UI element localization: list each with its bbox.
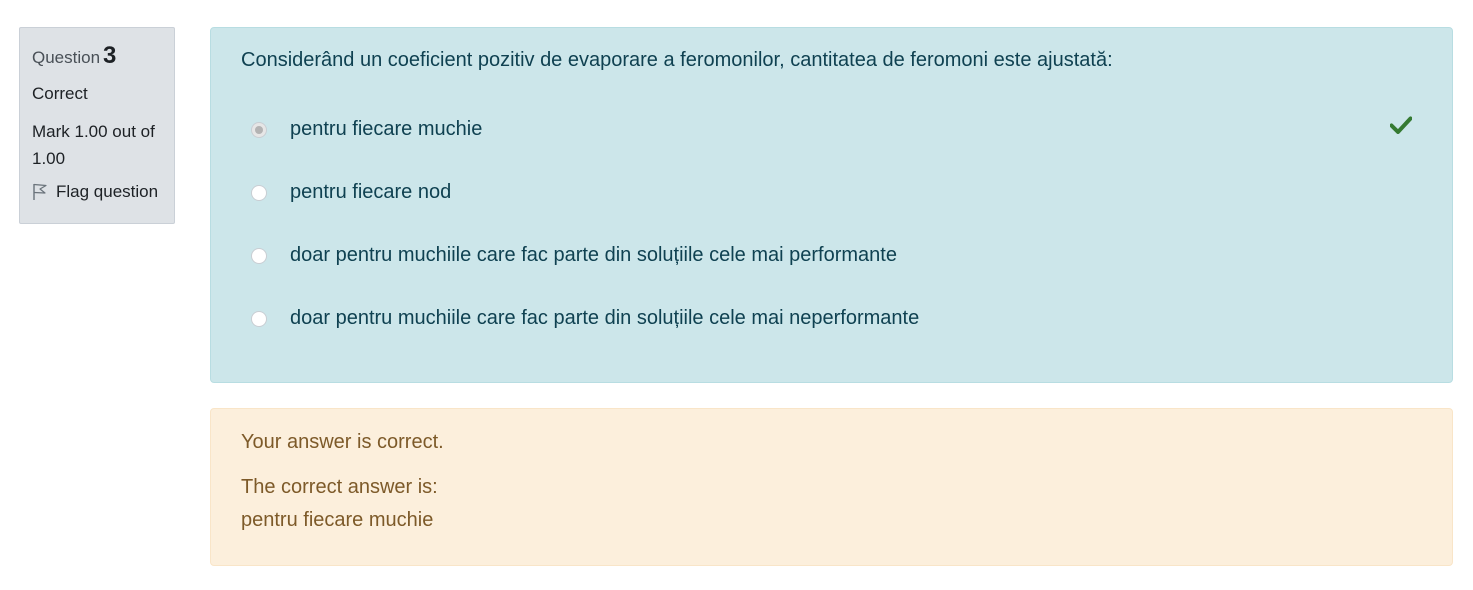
flag-question-link[interactable]: Flag question [32, 182, 162, 202]
answer-label-2: pentru fiecare nod [290, 181, 452, 203]
answer-option-1[interactable]: pentru fiecare muchie [251, 118, 482, 141]
question-number-line: Question 3 [32, 42, 162, 70]
flag-question-label: Flag question [56, 182, 159, 201]
answer-option-2[interactable]: pentru fiecare nod [251, 181, 451, 204]
answer-option-3[interactable]: doar pentru muchiile care fac parte din … [251, 244, 897, 267]
question-text: Considerând un coeficient pozitiv de eva… [241, 49, 1113, 71]
flag-icon [33, 183, 47, 200]
answer-option-4[interactable]: doar pentru muchiile care fac parte din … [251, 307, 919, 330]
answer-radio-2[interactable] [251, 184, 267, 201]
answer-label-1: pentru fiecare muchie [290, 118, 483, 140]
answer-radio-3[interactable] [251, 247, 267, 264]
answer-label-4: doar pentru muchiile care fac parte din … [290, 307, 920, 329]
question-state: Correct [32, 84, 88, 103]
correct-answer-label: The correct answer is: [241, 476, 438, 498]
answer-radio-4[interactable] [251, 310, 267, 327]
answer-label-3: doar pentru muchiile care fac parte din … [290, 244, 897, 266]
answer-radio-1[interactable] [251, 121, 267, 138]
question-label: Question [32, 48, 101, 67]
question-info-panel: Question 3 Correct Mark 1.00 out of 1.00 … [19, 27, 175, 224]
feedback-text: Your answer is correct. [241, 431, 444, 453]
question-grade: Mark 1.00 out of 1.00 [32, 122, 155, 168]
question-number: 3 [103, 42, 117, 69]
correct-answer-text: pentru fiecare muchie [241, 509, 434, 531]
check-icon [1390, 116, 1412, 134]
question-outcome: Your answer is correct. The correct answ… [210, 408, 1453, 566]
question-formulation: Considerând un coeficient pozitiv de eva… [210, 27, 1453, 383]
